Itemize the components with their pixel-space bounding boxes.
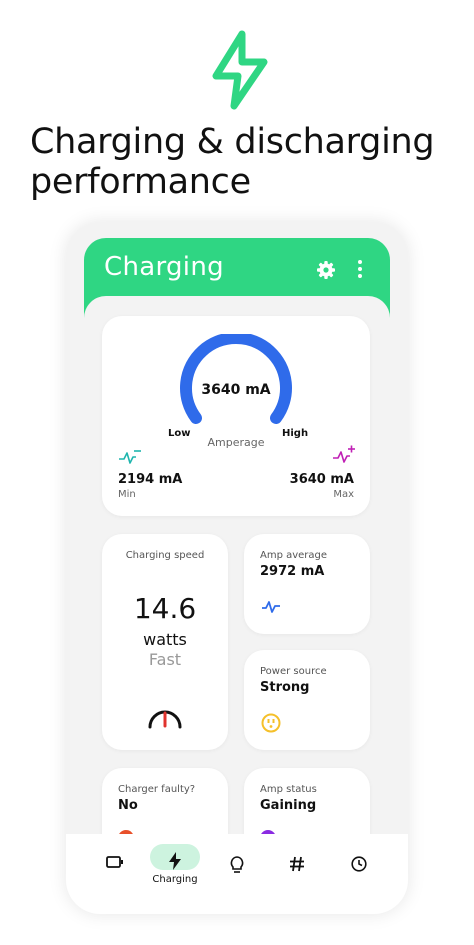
max-pulse-icon xyxy=(333,445,355,463)
min-pulse-icon xyxy=(119,450,141,464)
nav-tips[interactable] xyxy=(212,846,262,896)
nav-charging-label: Charging xyxy=(152,874,198,885)
charging-speed-state: Fast xyxy=(148,650,182,669)
nav-hash[interactable] xyxy=(272,846,322,896)
amperage-value: 3640 mA xyxy=(201,382,271,398)
pulse-icon xyxy=(262,601,280,613)
phone-frame: Charging 3640 mA Low High Amperage 2194 … xyxy=(66,222,408,914)
nav-battery[interactable] xyxy=(90,846,140,896)
outlet-icon xyxy=(261,713,281,733)
battery-icon xyxy=(106,856,123,868)
amperage-card: 3640 mA Low High Amperage 2194 mA Min 36… xyxy=(102,316,370,516)
nav-history[interactable] xyxy=(334,846,384,896)
max-amperage-value: 3640 mA xyxy=(289,472,354,487)
bolt-icon xyxy=(169,852,181,870)
charging-speed-card: Charging speed 14.6 watts Fast xyxy=(102,534,228,750)
clock-icon xyxy=(351,856,367,872)
min-amperage-label: Min xyxy=(118,489,136,500)
min-amperage-value: 2194 mA xyxy=(118,472,183,487)
hash-icon xyxy=(290,856,304,872)
amp-status-title: Amp status xyxy=(260,784,317,795)
kebab-icon[interactable] xyxy=(357,260,363,280)
amp-average-value: 2972 mA xyxy=(260,564,325,579)
speedometer-icon xyxy=(148,710,182,729)
gear-icon[interactable] xyxy=(316,260,336,280)
headline: Charging & discharging performance xyxy=(30,122,435,202)
amperage-label: Amperage xyxy=(207,436,265,449)
power-source-value: Strong xyxy=(260,680,310,695)
bottom-nav: Charging xyxy=(66,834,408,914)
power-source-title: Power source xyxy=(260,666,327,677)
charger-faulty-title: Charger faulty? xyxy=(118,784,196,795)
bulb-icon xyxy=(230,856,244,873)
charger-faulty-value: No xyxy=(118,798,138,813)
power-source-card: Power source Strong xyxy=(244,650,370,750)
amp-status-value: Gaining xyxy=(260,798,317,813)
app-bar-title: Charging xyxy=(104,252,224,282)
amp-average-card: Amp average 2972 mA xyxy=(244,534,370,634)
charging-speed-unit: watts xyxy=(143,630,187,649)
max-amperage-label: Max xyxy=(333,489,354,500)
charging-speed-title: Charging speed xyxy=(125,550,205,561)
amp-average-title: Amp average xyxy=(260,550,328,561)
charging-speed-value: 14.6 xyxy=(133,592,197,625)
bolt-icon xyxy=(212,30,268,110)
nav-charging[interactable] xyxy=(150,846,200,896)
